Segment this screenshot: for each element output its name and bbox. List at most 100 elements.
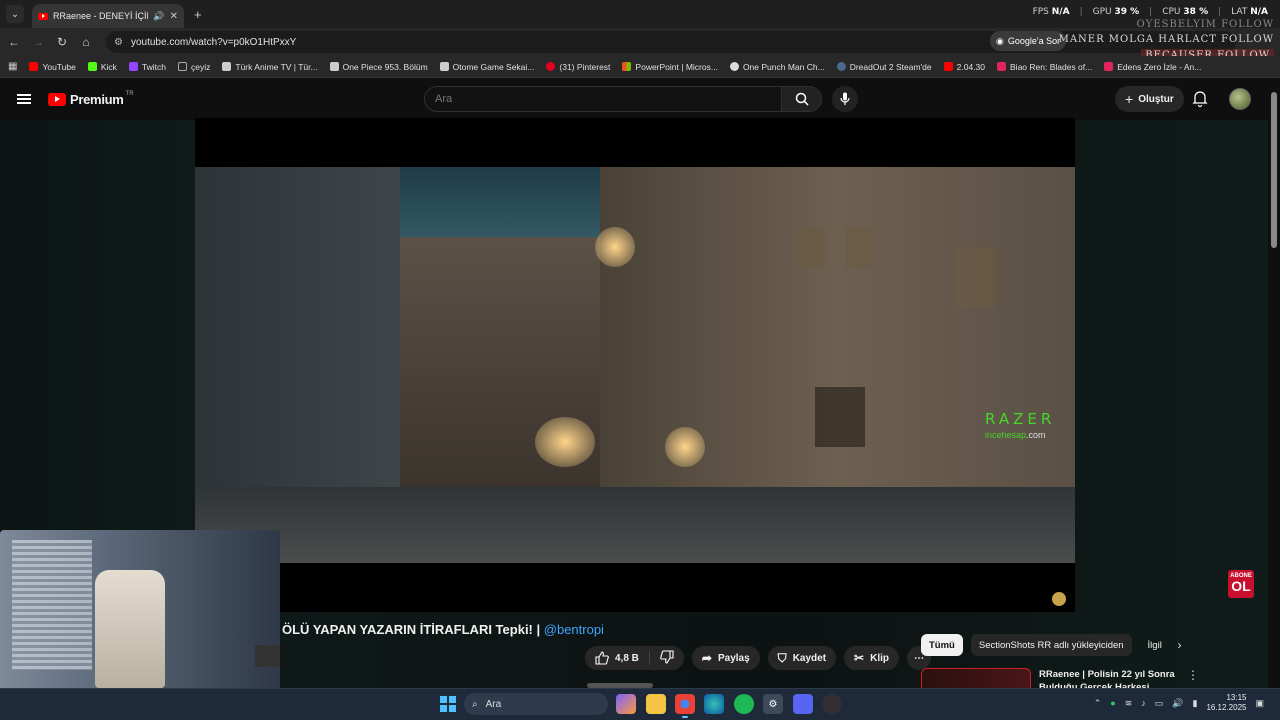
save-button[interactable]: ⛉ Kaydet: [767, 646, 837, 670]
copilot-icon[interactable]: [616, 694, 636, 714]
menu-icon[interactable]: [17, 94, 31, 104]
obs-icon[interactable]: [822, 694, 842, 714]
page-scrollbar[interactable]: [1271, 92, 1277, 248]
chip-all[interactable]: Tümü: [921, 634, 963, 656]
forward-icon[interactable]: →: [26, 35, 50, 49]
subscribe-badge-bottom: OL: [1231, 578, 1251, 594]
subscribe-badge: ABONE OL: [1228, 570, 1254, 598]
spotify-icon[interactable]: [734, 694, 754, 714]
bookmark-item[interactable]: Edens Zero İzle - An...: [1104, 62, 1201, 72]
youtube-premium-logo[interactable]: Premium TR: [48, 91, 134, 107]
apps-grid-icon[interactable]: ▦: [8, 61, 17, 72]
avatar[interactable]: [1229, 88, 1251, 110]
globe-icon: [729, 62, 739, 71]
bookmark-item[interactable]: (31) Pinterest: [546, 62, 610, 72]
tab-title: RRaenee - DENEYİ İÇİN ERK: [53, 11, 148, 21]
tab-search-dropdown-icon[interactable]: ⌄: [6, 5, 24, 23]
cpu-readout: CPU 38 %: [1162, 7, 1209, 17]
dislike-button[interactable]: [650, 649, 684, 667]
back-icon[interactable]: ←: [2, 35, 26, 49]
display-icon[interactable]: ▭: [1155, 698, 1164, 709]
bookmark-favicon-icon: [329, 62, 339, 71]
share-button[interactable]: ➦ Paylaş: [691, 646, 760, 670]
status-dot-icon[interactable]: ●: [1110, 698, 1115, 708]
volume-icon[interactable]: 🔊: [1172, 698, 1183, 709]
video-window: [795, 227, 825, 267]
bookmark-item[interactable]: One Piece 953. Bölüm: [329, 62, 428, 72]
razer-watermark: RAZER: [985, 410, 1056, 428]
youtube-header: Premium TR + Oluştur: [0, 78, 1268, 120]
site-info-icon[interactable]: ⚙: [114, 37, 123, 48]
lens-icon: ◉: [996, 35, 1004, 46]
chevron-up-icon[interactable]: ⌃: [1094, 698, 1102, 709]
clock[interactable]: 13:15 16.12.2025: [1206, 693, 1246, 713]
like-button[interactable]: 4,8 B: [585, 651, 649, 665]
chevron-right-icon[interactable]: ›: [1178, 638, 1182, 652]
create-label: Oluştur: [1138, 93, 1174, 105]
recommendation-title[interactable]: RRaenee | Polisin 22 yıl Sonra Bulduğu G…: [1039, 668, 1179, 706]
bookmark-item[interactable]: One Punch Man Ch...: [729, 62, 825, 72]
speaker-icon[interactable]: 🔊: [153, 11, 164, 22]
bookmark-item[interactable]: PowerPoint | Micros...: [622, 62, 718, 72]
notification-icon[interactable]: ▣: [1255, 698, 1264, 709]
chrome-icon[interactable]: [675, 694, 695, 718]
start-tile: [449, 705, 456, 712]
chip-from-uploader[interactable]: SectionShots RR adlı yükleyiciden: [970, 634, 1132, 656]
bookmark-item[interactable]: çeyiz: [178, 62, 210, 72]
bookmark-item[interactable]: DreadOut 2 Steam'de: [836, 62, 932, 72]
chip-related[interactable]: İlgili: [1140, 634, 1162, 656]
microphone-icon[interactable]: ♪: [1141, 698, 1146, 708]
discord-icon[interactable]: [793, 694, 813, 714]
tab-close-icon[interactable]: ✕: [170, 11, 178, 22]
gpu-readout: GPU 39 %: [1092, 7, 1140, 17]
bookmark-item[interactable]: Otome Game Sekai...: [439, 62, 534, 72]
bookmark-item[interactable]: Türk Anime TV | Tür...: [222, 62, 318, 72]
windows-start-icon[interactable]: [440, 696, 456, 712]
search-button[interactable]: [782, 86, 822, 112]
video-window: [845, 227, 875, 267]
search-icon: ⌕: [472, 698, 478, 710]
start-tile: [440, 696, 447, 703]
sponsor-name: incehesap: [985, 430, 1027, 440]
battery-icon[interactable]: ▮: [1192, 698, 1197, 709]
bookmark-item[interactable]: Kick: [87, 62, 117, 72]
video-player[interactable]: RAZER incehesap.com: [195, 118, 1075, 612]
bookmark-item[interactable]: 2.04.30: [943, 62, 985, 72]
bookmark-item[interactable]: Twitch: [128, 62, 166, 72]
google-ask-button[interactable]: ◉ Google'a Sor: [990, 31, 1067, 51]
recommendation-item[interactable]: RRaenee | Polisin 22 yıl Sonra Bulduğu G…: [921, 668, 1271, 706]
home-icon[interactable]: ⌂: [74, 35, 98, 49]
edge-icon[interactable]: [704, 694, 724, 714]
video-actions: 4,8 B ➦ Paylaş ⛉ Kaydet ✂ Klip ⋯: [585, 646, 931, 670]
network-icon[interactable]: ≋: [1125, 698, 1133, 709]
more-vertical-icon[interactable]: ⋮: [1187, 668, 1199, 688]
bookmark-icon: ⛉: [777, 650, 787, 665]
channel-watermark-icon[interactable]: [1052, 592, 1066, 606]
pinterest-icon: [546, 62, 556, 71]
bookmark-favicon-icon: [222, 62, 232, 71]
browser-tab-active[interactable]: RRaenee - DENEYİ İÇİN ERK 🔊 ✕: [32, 4, 184, 28]
create-button[interactable]: + Oluştur: [1115, 86, 1184, 112]
voice-search-button[interactable]: [832, 86, 858, 112]
bookmark-item[interactable]: Biao Ren: Blades of...: [997, 62, 1092, 72]
file-explorer-icon[interactable]: [646, 694, 666, 714]
system-tray: ⌃ ● ≋ ♪ ▭ 🔊 ▮ 13:15 16.12.2025 ▣: [1094, 693, 1264, 713]
steam-icon: [836, 62, 846, 71]
logo-text: Premium: [70, 91, 124, 107]
search-input[interactable]: [424, 86, 782, 112]
youtube-logo-icon: [48, 92, 66, 106]
youtube-favicon-icon: [38, 12, 48, 20]
microphone-icon: [840, 92, 850, 105]
video-window: [815, 387, 865, 447]
reload-icon[interactable]: ↻: [50, 35, 74, 49]
video-street: [195, 487, 1075, 563]
clip-button[interactable]: ✂ Klip: [844, 646, 899, 670]
notifications-bell-icon[interactable]: [1192, 90, 1208, 107]
channel-mention-link[interactable]: @bentropi: [544, 622, 604, 637]
settings-icon[interactable]: ⚙: [763, 694, 783, 714]
taskbar-search[interactable]: ⌕ Ara: [464, 693, 608, 715]
new-tab-button[interactable]: +: [194, 7, 202, 22]
recommendation-chips: Tümü SectionShots RR adlı yükleyiciden İ…: [921, 634, 1182, 656]
sponsor-domain: .com: [1026, 430, 1046, 440]
bookmark-item[interactable]: YouTube: [29, 62, 76, 72]
